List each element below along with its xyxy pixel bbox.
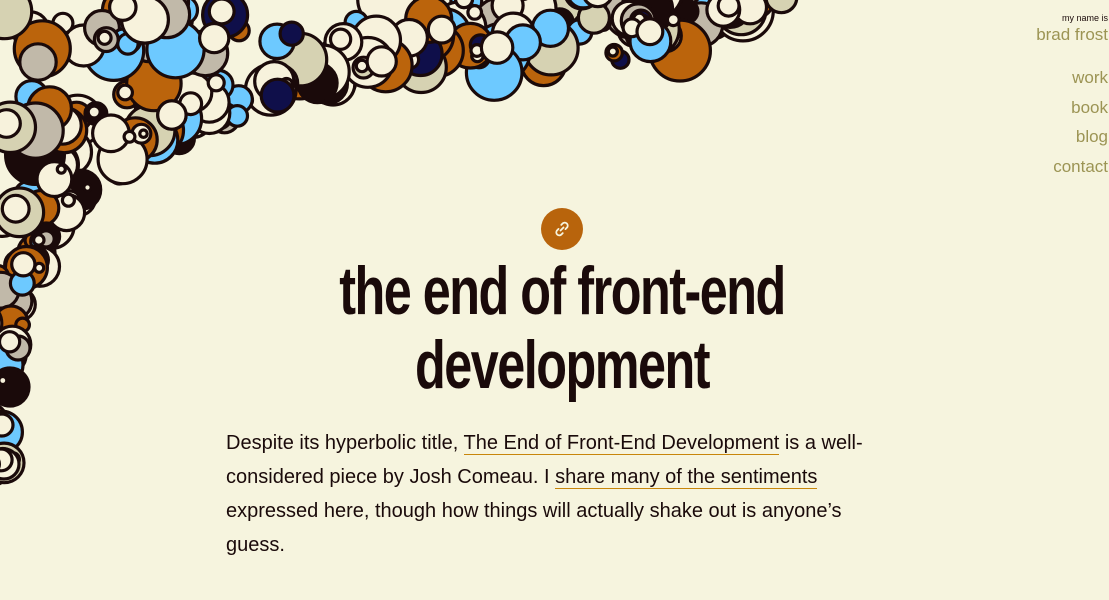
bubble-ring	[365, 45, 398, 78]
bubble-ring	[716, 0, 741, 18]
bubble-ring	[82, 182, 93, 193]
nav-link-blog[interactable]: blog	[1076, 127, 1108, 146]
bubble	[197, 21, 231, 55]
name-kicker: my name is	[1061, 13, 1108, 23]
bubble-ring	[207, 0, 236, 26]
bubble-ring	[665, 12, 681, 28]
bubble	[0, 412, 15, 438]
bubble-ring	[10, 251, 37, 278]
main-nav: work book blog contact	[1053, 66, 1108, 184]
bubble-ring	[156, 99, 188, 131]
article-link-share-sentiments[interactable]: share many of the sentiments	[555, 466, 818, 489]
bubble-ring	[116, 83, 134, 102]
bubble	[259, 77, 296, 114]
bubble-ring	[0, 374, 9, 387]
bubble	[466, 3, 484, 21]
brand-link[interactable]: brad frost	[1036, 26, 1108, 43]
permalink-button[interactable]	[541, 208, 583, 250]
intro-text-3: expressed here, though how things will a…	[226, 500, 842, 556]
nav-link-work[interactable]: work	[1072, 68, 1108, 87]
bubble-ring	[96, 29, 113, 46]
article-title: the end of front-end development	[339, 253, 786, 403]
bubble-ring	[426, 14, 457, 45]
site-identity: my name is brad frost	[1036, 13, 1108, 44]
bubble-ring	[479, 30, 515, 65]
nav-link-book[interactable]: book	[1071, 98, 1108, 117]
bubble-ring	[122, 129, 137, 144]
nav-item-book: book	[1053, 96, 1108, 126]
bubble-ring	[31, 233, 46, 247]
bubble-ring	[0, 447, 14, 473]
bubble-ring	[138, 128, 149, 140]
bubble-ring	[60, 192, 77, 208]
bubble-ring	[0, 108, 22, 139]
bubble-ring	[328, 27, 353, 51]
bubble-ring	[86, 104, 102, 120]
bubble-ring	[606, 45, 619, 58]
bubble	[35, 160, 74, 199]
bubble-ring	[55, 163, 67, 175]
article-intro: Despite its hyperbolic title, The End of…	[226, 426, 898, 562]
nav-item-blog: blog	[1053, 125, 1108, 155]
bubble	[0, 366, 31, 408]
bubble	[278, 20, 305, 47]
bubble-ring	[206, 73, 226, 93]
bubble-ring	[453, 0, 475, 10]
nav-item-contact: contact	[1053, 155, 1108, 185]
bubble	[18, 42, 58, 82]
intro-text-1: Despite its hyperbolic title,	[226, 432, 464, 454]
nav-item-work: work	[1053, 66, 1108, 96]
page: my name is brad frost work book blog con…	[0, 0, 1109, 600]
bubble-ring	[108, 0, 138, 22]
bubble-ring	[635, 17, 665, 47]
link-icon	[555, 221, 569, 237]
nav-link-contact[interactable]: contact	[1053, 157, 1108, 176]
bubble-ring	[0, 193, 31, 224]
bubble-ring	[0, 330, 22, 354]
article-link-end-of-front-end[interactable]: The End of Front-End Development	[463, 432, 780, 455]
